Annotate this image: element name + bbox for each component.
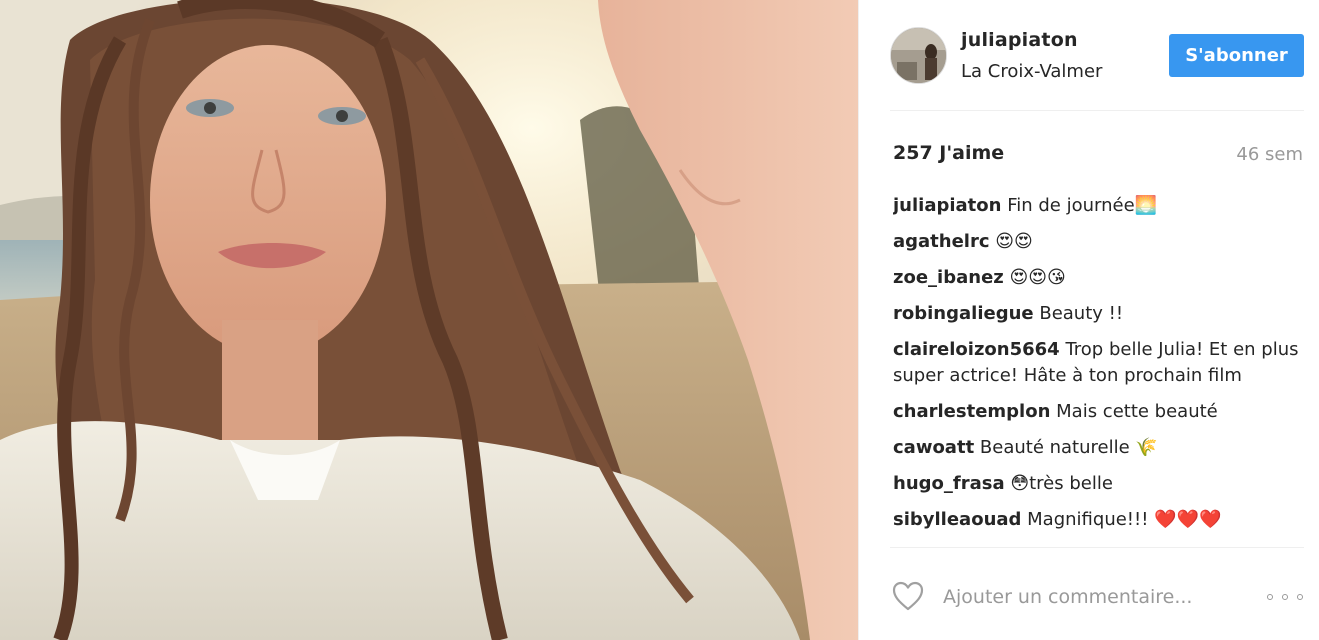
comment-username[interactable]: claireloizon5664: [893, 339, 1060, 360]
comment-username[interactable]: agathelrc: [893, 231, 990, 252]
comment-username[interactable]: robingaliegue: [893, 303, 1034, 324]
footer-divider: [890, 547, 1304, 548]
post-photo[interactable]: [0, 0, 858, 640]
comment-text: 😍😍😘: [1009, 267, 1066, 288]
comment-item: robingaliegue Beauty !!: [893, 301, 1307, 327]
comment-username[interactable]: charlestemplon: [893, 401, 1050, 422]
dot-icon: [1282, 594, 1288, 600]
add-comment-input[interactable]: [943, 580, 1243, 614]
comment-text: Magnifique!!! ❤️❤️❤️: [1027, 509, 1222, 530]
instagram-post-view: juliapiaton La Croix-Valmer S'abonner 25…: [0, 0, 1319, 640]
avatar-image: [891, 28, 946, 83]
photo-illustration: [0, 0, 858, 640]
likes-count[interactable]: 257 J'aime: [893, 142, 1004, 164]
comment-username[interactable]: zoe_ibanez: [893, 267, 1004, 288]
comment-item: charlestemplon Mais cette beauté: [893, 399, 1307, 425]
dot-icon: [1267, 594, 1273, 600]
comment-text: Beauté naturelle 🌾: [979, 437, 1158, 458]
comment-item: sibylleaouad Magnifique!!! ❤️❤️❤️: [893, 507, 1307, 533]
post-age[interactable]: 46 sem: [1236, 144, 1303, 165]
comment-username[interactable]: cawoatt: [893, 437, 974, 458]
avatar[interactable]: [890, 27, 947, 84]
comment-text: Fin de journée🌅: [1007, 195, 1158, 216]
post-details-panel: juliapiaton La Croix-Valmer S'abonner 25…: [858, 0, 1319, 640]
comment-text: 😳très belle: [1010, 473, 1113, 494]
follow-button[interactable]: S'abonner: [1169, 34, 1304, 77]
comment-text: Beauty !!: [1039, 303, 1124, 324]
post-username[interactable]: juliapiaton: [961, 29, 1078, 51]
more-options-icon[interactable]: [1267, 588, 1303, 606]
comment-item: claireloizon5664 Trop belle Julia! Et en…: [893, 337, 1307, 389]
comment-username[interactable]: sibylleaouad: [893, 509, 1021, 530]
header-divider: [890, 110, 1304, 111]
comment-item: juliapiaton Fin de journée🌅: [893, 193, 1307, 219]
comment-item: hugo_frasa 😳très belle: [893, 471, 1307, 497]
comment-text: 😍😍: [995, 231, 1033, 252]
comment-item: cawoatt Beauté naturelle 🌾: [893, 435, 1307, 461]
post-header: juliapiaton La Croix-Valmer S'abonner: [859, 0, 1319, 110]
comments-list[interactable]: juliapiaton Fin de journée🌅 agathelrc 😍😍…: [893, 193, 1307, 547]
comment-text: Mais cette beauté: [1056, 401, 1218, 422]
post-location[interactable]: La Croix-Valmer: [961, 61, 1102, 82]
comment-item: zoe_ibanez 😍😍😘: [893, 265, 1307, 291]
comment-item: agathelrc 😍😍: [893, 229, 1307, 255]
comment-username[interactable]: hugo_frasa: [893, 473, 1005, 494]
dot-icon: [1297, 594, 1303, 600]
heart-outline-icon[interactable]: [892, 581, 924, 611]
comment-username[interactable]: juliapiaton: [893, 195, 1001, 216]
